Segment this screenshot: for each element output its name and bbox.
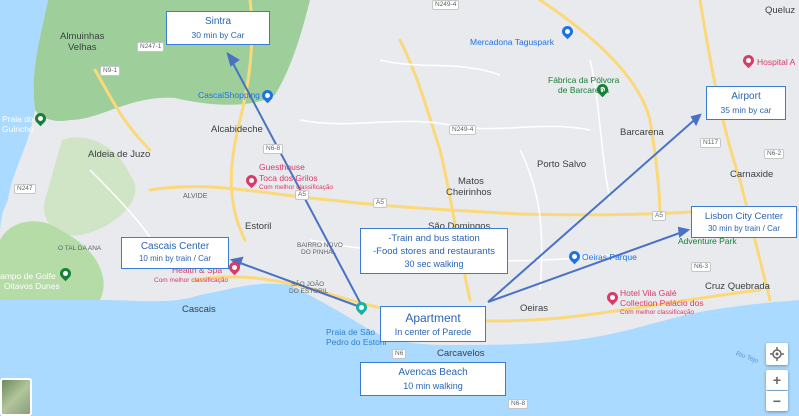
place-do-pinhal: DO PINHAL: [301, 249, 337, 256]
place-barcarena: Barcarena: [620, 127, 664, 138]
callout-lisbon: Lisbon City Center 30 min by train / Car: [691, 206, 797, 238]
road-shield-n249b: N249-4: [432, 0, 460, 10]
callout-airport-sub: 35 min by car: [720, 105, 772, 115]
place-alvide: ALVIDE: [183, 193, 208, 200]
callout-train-line2: -Food stores and restaurants: [373, 246, 495, 257]
callout-cascais-title: Cascais Center: [140, 241, 210, 252]
poi-guesthouse-name[interactable]: Toca dos Grilos: [259, 173, 318, 184]
callout-cascais: Cascais Center 10 min by train / Car: [121, 237, 229, 269]
road-shield-n62: N6-2: [764, 149, 785, 159]
poi-health-rating: Com melhor classificação: [154, 277, 229, 284]
place-aldeia-juzo: Aldeia de Juzo: [88, 149, 151, 160]
poi-hotel-rating: Com melhor classificação: [620, 309, 695, 316]
callout-sintra-sub: 30 min by Car: [191, 30, 245, 40]
road-shield-n6c: N6-8: [508, 399, 529, 409]
place-cruz-quebrada: Cruz Quebrada: [705, 281, 770, 292]
road-shield-n6: N6-8: [263, 144, 284, 154]
road-shield-n63: N6-3: [691, 262, 712, 272]
poi-adventure-park[interactable]: Adventure Park: [678, 237, 737, 246]
place-pedro-estoril: Pedro do Estoril: [326, 337, 387, 347]
place-praia-sao-pedro: Praia de São: [326, 327, 376, 337]
place-carcavelos: Carcavelos: [437, 348, 485, 359]
place-oitavos: Oitavos Dunes: [4, 281, 60, 291]
place-queluz: Queluz: [765, 5, 796, 16]
road-shield-a5a: A5: [373, 198, 387, 208]
poi-fabrica[interactable]: Fábrica da Pólvora: [548, 76, 619, 85]
place-estoril: Estoril: [245, 221, 272, 232]
callout-sintra: Sintra 30 min by Car: [166, 11, 270, 45]
poi-hotel-name[interactable]: Collection Palácio dos: [620, 298, 704, 309]
poi-cascaishopping[interactable]: CascaiShopping: [198, 91, 260, 100]
road-shield-n6b: N6: [392, 349, 407, 359]
place-guincho: Guincho: [2, 124, 34, 134]
layers-thumbnail[interactable]: [0, 378, 32, 416]
callout-airport: Airport 35 min by car: [706, 86, 786, 120]
place-golfe: ampo de Golfe: [0, 271, 56, 281]
poi-oeiras-parque[interactable]: Oeiras Parque: [582, 253, 637, 262]
place-alcabideche: Alcabideche: [211, 124, 263, 135]
place-cheirinhos: Cheirinhos: [446, 187, 492, 198]
place-oeiras: Oeiras: [520, 303, 548, 314]
callout-apartment-sub: In center of Parede: [394, 327, 472, 337]
callout-cascais-sub: 10 min by train / Car: [138, 254, 212, 263]
callout-apartment-title: Apartment: [405, 311, 461, 325]
road-shield-n247b: N247: [14, 184, 36, 194]
road-shield-a5c: A5: [652, 211, 666, 221]
poi-guesthouse[interactable]: Guesthouse: [259, 162, 305, 173]
road-shield-a5d: A5: [295, 190, 309, 200]
locate-me-button[interactable]: [766, 343, 788, 365]
crosshair-icon: [770, 347, 784, 361]
callout-train: -Train and bus station -Food stores and …: [360, 228, 508, 274]
place-almuinhas: Almuinhas: [60, 31, 105, 42]
road-shield-n9a: N9-1: [100, 66, 121, 76]
map-view[interactable]: Almuinhas Velhas Praia do Guincho Alcabi…: [0, 0, 799, 416]
place-porto-salvo: Porto Salvo: [537, 159, 587, 170]
place-tojal: O TAL DA ANA: [58, 245, 102, 252]
callout-lisbon-title: Lisbon City Center: [704, 211, 784, 222]
poi-hospital[interactable]: Hospital A: [757, 57, 795, 68]
callout-train-sub: 30 sec walking: [404, 259, 464, 269]
callout-apartment[interactable]: Apartment In center of Parede: [380, 306, 486, 342]
callout-sintra-title: Sintra: [204, 16, 232, 27]
poi-fabrica-2[interactable]: de Barcarena: [558, 86, 609, 95]
place-matos: Matos: [458, 176, 484, 187]
callout-avencas-sub: 10 min walking: [403, 381, 463, 391]
callout-avencas: Avencas Beach 10 min walking: [360, 362, 506, 396]
callout-lisbon-sub: 30 min by train / Car: [707, 224, 781, 233]
zoom-out-button[interactable]: −: [766, 391, 788, 411]
place-cascais: Cascais: [182, 304, 216, 315]
road-shield-n249: N249-4: [449, 125, 477, 135]
place-praia-guincho: Praia do: [2, 114, 34, 124]
poi-mercadona[interactable]: Mercadona Taguspark: [470, 38, 554, 47]
callout-train-line1: -Train and bus station: [388, 233, 480, 244]
place-do-estoril: DO ESTORIL: [289, 288, 329, 295]
callout-avencas-title: Avencas Beach: [398, 367, 468, 378]
road-shield-n247a: N247-1: [137, 42, 165, 52]
place-velhas: Velhas: [68, 42, 97, 53]
place-carnaxide: Carnaxide: [730, 169, 774, 180]
callout-airport-title: Airport: [731, 91, 761, 102]
road-shield-n117: N117: [700, 138, 722, 148]
zoom-in-button[interactable]: +: [766, 370, 788, 390]
